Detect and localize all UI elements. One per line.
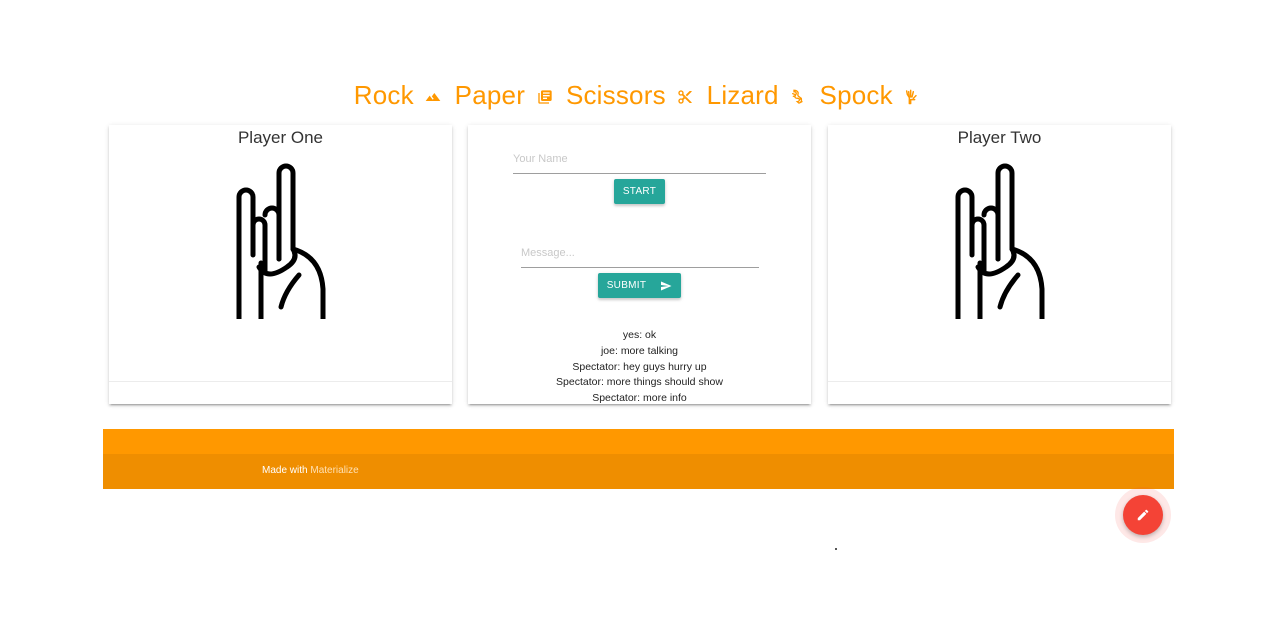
card-action-area [828,381,1171,404]
footer [103,429,1174,454]
chat-log: yes: ok joe: more talking Spectator: hey… [468,328,811,404]
edit-fab-button[interactable] [1123,495,1163,535]
book-icon [537,89,553,105]
message-field [521,240,759,268]
title-spock: Spock [819,80,893,110]
card-action-area [109,381,452,404]
player-two-card: Player Two [828,125,1171,404]
message-input[interactable] [521,240,759,266]
footer-credit: Made with Materialize [262,465,359,476]
chat-message: joe: more talking [600,344,679,357]
game-title: Rock Paper Scissors Lizard Spock [0,80,1280,111]
title-lizard: Lizard [706,80,779,110]
player-one-card: Player One [109,125,452,404]
landscape-icon [425,89,441,105]
spock-hand-icon [904,89,920,105]
name-field [513,146,766,174]
rock-on-hand-icon [233,163,329,322]
materialize-link[interactable]: Materialize [310,465,358,476]
name-input[interactable] [513,146,766,172]
player-one-title: Player One [237,128,324,147]
chat-message: yes: ok [622,329,657,341]
chat-message: Spectator: more things should show [556,376,723,389]
send-icon [661,281,672,290]
rock-on-hand-icon [952,163,1048,322]
start-button[interactable]: START [614,179,665,204]
player-two-title: Player Two [957,128,1042,147]
lizard-icon [790,89,806,105]
chat-message: Spectator: more info [592,392,687,404]
submit-label: SUBMIT [606,280,647,291]
submit-button[interactable]: SUBMIT [598,273,681,298]
game-control-card: START SUBMIT yes: ok joe: more talking S… [468,125,811,404]
title-paper: Paper [454,80,526,110]
title-scissors: Scissors [565,80,666,110]
scissors-icon [677,89,693,105]
pencil-icon [1137,509,1149,521]
footer-prefix: Made with [262,465,308,476]
footer-copyright: Made with Materialize [103,454,1174,489]
chat-message: Spectator: hey guys hurry up [572,360,707,373]
stray-dot [835,548,837,550]
title-rock: Rock [353,80,414,110]
